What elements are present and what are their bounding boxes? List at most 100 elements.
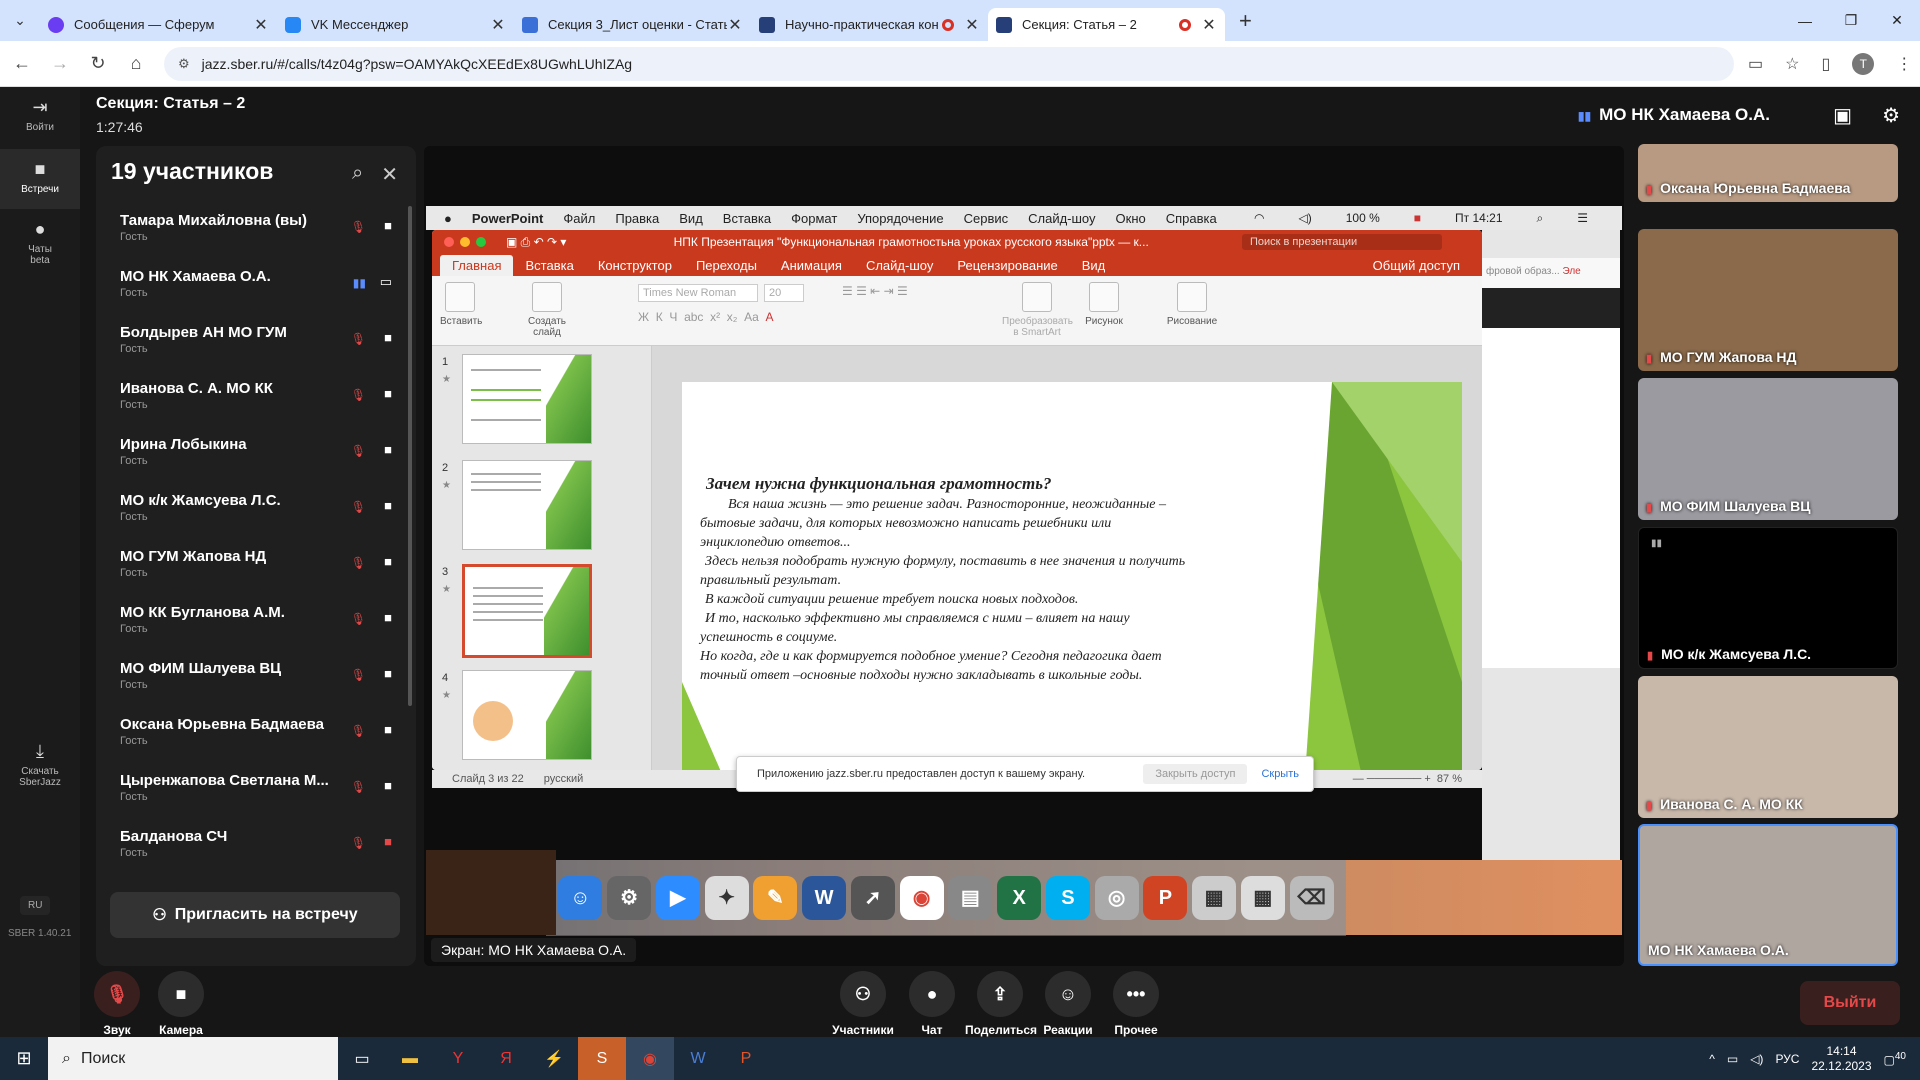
video-tile[interactable]: ▮ МО ФИМ Шалуева ВЦ [1638, 378, 1898, 520]
close-icon[interactable]: ✕ [253, 15, 269, 35]
yandex-icon[interactable]: Я [482, 1037, 530, 1080]
format-buttons[interactable]: Ж К Ч abc x² x₂ Aa A [638, 310, 773, 324]
bookmark-star-icon[interactable]: ☆ [1785, 54, 1799, 74]
close-icon[interactable]: ✕ [727, 15, 743, 35]
launchpad-icon[interactable]: ➚ [850, 876, 895, 920]
zoom-dot-icon[interactable] [476, 237, 486, 247]
font-name-field[interactable]: Times New Roman [638, 284, 758, 302]
language-badge[interactable]: RU [20, 896, 51, 915]
rail-download[interactable]: ⤓ Скачать SberJazz [0, 731, 80, 791]
close-icon[interactable]: ✕ [490, 15, 506, 35]
slide-thumbnail[interactable] [462, 460, 592, 550]
browser-tab[interactable]: VK Мессенджер ✕ [277, 8, 514, 41]
mac-menu-item[interactable]: Сервис [964, 211, 1009, 226]
url-field[interactable]: ⚙ jazz.sber.ru/#/calls/t4z04g?psw=OAMYAk… [164, 46, 1734, 81]
powerpoint-icon[interactable]: P [1143, 876, 1188, 920]
yandex-browser-icon[interactable]: Y [434, 1037, 482, 1080]
chrome-icon[interactable]: ◉ [899, 876, 944, 920]
ppt-search-field[interactable]: Поиск в презентации [1242, 234, 1442, 250]
skype-icon[interactable]: S [578, 1037, 626, 1080]
restore-icon[interactable]: ❐ [1828, 0, 1874, 41]
tray-language[interactable]: РУС [1775, 1052, 1799, 1066]
browser-tab[interactable]: Сообщения — Сферум ✕ [40, 8, 277, 41]
ribbon-tab-view[interactable]: Вид [1070, 255, 1118, 276]
participant-item[interactable]: Ирина Лобыкина Гость 🎙︎ ■ [96, 430, 406, 486]
settings-gear-icon[interactable]: ⚙ [1882, 103, 1900, 128]
sound-control[interactable]: 🎙︎ Звук [82, 971, 152, 1037]
apple-icon[interactable]: ● [444, 211, 452, 226]
participant-item[interactable]: МО НК Хамаева О.А. Гость ▮▮ ▭ [96, 262, 406, 318]
forward-icon[interactable]: → [44, 53, 76, 74]
close-window-icon[interactable]: ✕ [1874, 0, 1920, 41]
picture-button[interactable]: Рисунок [1082, 282, 1126, 327]
new-slide-button[interactable]: Создать слайд [522, 282, 572, 338]
video-tile[interactable]: ▮▮ ▮ МО к/к Жамсуева Л.С. [1638, 527, 1898, 669]
system-prefs-icon[interactable]: ⚙ [607, 876, 652, 920]
participant-item[interactable]: МО ГУМ Жапова НД Гость 🎙︎ ■ [96, 542, 406, 598]
mac-menu-item[interactable]: Правка [615, 211, 659, 226]
network-icon[interactable]: ▭ [1727, 1052, 1738, 1066]
windows-start-icon[interactable]: ⊞ [0, 1037, 48, 1080]
exit-button[interactable]: Выйти [1800, 981, 1900, 1025]
ribbon-tab-review[interactable]: Рецензирование [945, 255, 1069, 276]
taskbar-search[interactable]: ⌕ Поиск [48, 1037, 338, 1080]
hide-button[interactable]: Скрыть [1247, 768, 1313, 780]
home-icon[interactable]: ⌂ [120, 53, 152, 74]
browser-tab[interactable]: Научно-практическая кон ✕ [751, 8, 988, 41]
share-control[interactable]: ⇪ Поделиться [965, 971, 1037, 1037]
mac-menu-item[interactable]: Формат [791, 211, 837, 226]
browser-tab[interactable]: Секция 3_Лист оценки - Стать ✕ [514, 8, 751, 41]
menu-icon[interactable]: ⋮ [1896, 54, 1912, 74]
video-tile[interactable]: ▮ Оксана Юрьевна Бадмаева [1638, 144, 1898, 202]
zoom-app-icon[interactable]: ▶ [655, 876, 700, 920]
mac-menu-item[interactable]: Слайд-шоу [1028, 211, 1095, 226]
trash-icon[interactable]: ⌫ [1289, 876, 1334, 920]
word-icon[interactable]: W [674, 1037, 722, 1080]
minimize-icon[interactable]: — [1782, 0, 1828, 41]
paint-icon[interactable]: ✎ [753, 876, 798, 920]
slide-thumbnail[interactable] [462, 670, 592, 760]
participant-item[interactable]: МО КК Бугланова А.М. Гость 🎙︎ ■ [96, 598, 406, 654]
rail-meetings[interactable]: ■ Встречи [0, 149, 80, 209]
participant-item[interactable]: Цыренжапова Светлана М... Гость 🎙︎ ■ [96, 766, 406, 822]
site-info-icon[interactable]: ⚙ [178, 56, 190, 72]
profile-avatar[interactable]: T [1852, 52, 1875, 75]
chat-control[interactable]: ● Чат [897, 971, 967, 1037]
ribbon-tab-insert[interactable]: Вставка [513, 255, 585, 276]
smartart-button[interactable]: Преобразовать в SmartArt [1002, 282, 1073, 338]
tray-chevron-icon[interactable]: ^ [1709, 1052, 1715, 1066]
stop-sharing-button[interactable]: Закрыть доступ [1143, 764, 1248, 784]
close-dot-icon[interactable] [444, 237, 454, 247]
paragraph-buttons[interactable]: ☰ ☰ ⇤ ⇥ ☰ [842, 284, 908, 298]
file-explorer-icon[interactable]: ▬ [386, 1037, 434, 1080]
ribbon-tab-design[interactable]: Конструктор [586, 255, 684, 276]
rail-chats[interactable]: ● Чаты beta [0, 209, 80, 269]
volume-icon[interactable]: ◁) [1750, 1052, 1763, 1066]
participant-item[interactable]: Болдырев АН МО ГУМ Гость 🎙︎ ■ [96, 318, 406, 374]
drawing-button[interactable]: Рисование [1162, 282, 1222, 327]
participant-item[interactable]: Тамара Михайловна (вы) Гость 🎙︎ ■ [96, 206, 406, 262]
participant-item[interactable]: МО к/к Жамсуева Л.С. Гость 🎙︎ ■ [96, 486, 406, 542]
cast-icon[interactable]: ▭ [1748, 54, 1763, 74]
documents-icon[interactable]: ▦ [1240, 876, 1285, 920]
app-icon[interactable]: ⚡ [530, 1037, 578, 1080]
paste-button[interactable]: Вставить [440, 282, 482, 327]
mac-app-name[interactable]: PowerPoint [472, 211, 544, 226]
participant-item[interactable]: Оксана Юрьевна Бадмаева Гость 🎙︎ ■ [96, 710, 406, 766]
participants-control[interactable]: ⚇ Участники [828, 971, 898, 1037]
close-icon[interactable]: ✕ [381, 162, 398, 187]
minimize-dot-icon[interactable] [460, 237, 470, 247]
ribbon-tab-home[interactable]: Главная [440, 254, 514, 276]
preview-icon[interactable]: ◎ [1094, 876, 1139, 920]
finder-icon[interactable]: ☺ [558, 876, 603, 920]
accessibility-icon[interactable]: ✦ [704, 876, 749, 920]
documents-icon[interactable]: ▦ [1192, 876, 1237, 920]
video-tile[interactable]: ▮ Иванова С. А. МО КК [1638, 676, 1898, 818]
slide-thumbnail[interactable] [462, 354, 592, 444]
word-icon[interactable]: W [802, 876, 847, 920]
video-tile[interactable]: ▮ МО ГУМ Жапова НД [1638, 229, 1898, 371]
mac-menu-item[interactable]: Справка [1166, 211, 1217, 226]
reload-icon[interactable]: ↻ [82, 53, 114, 74]
side-panel-icon[interactable]: ▯ [1821, 54, 1830, 74]
qat-icons[interactable]: ▣ ⎙ ↶ ↷ ▾ [506, 235, 566, 250]
